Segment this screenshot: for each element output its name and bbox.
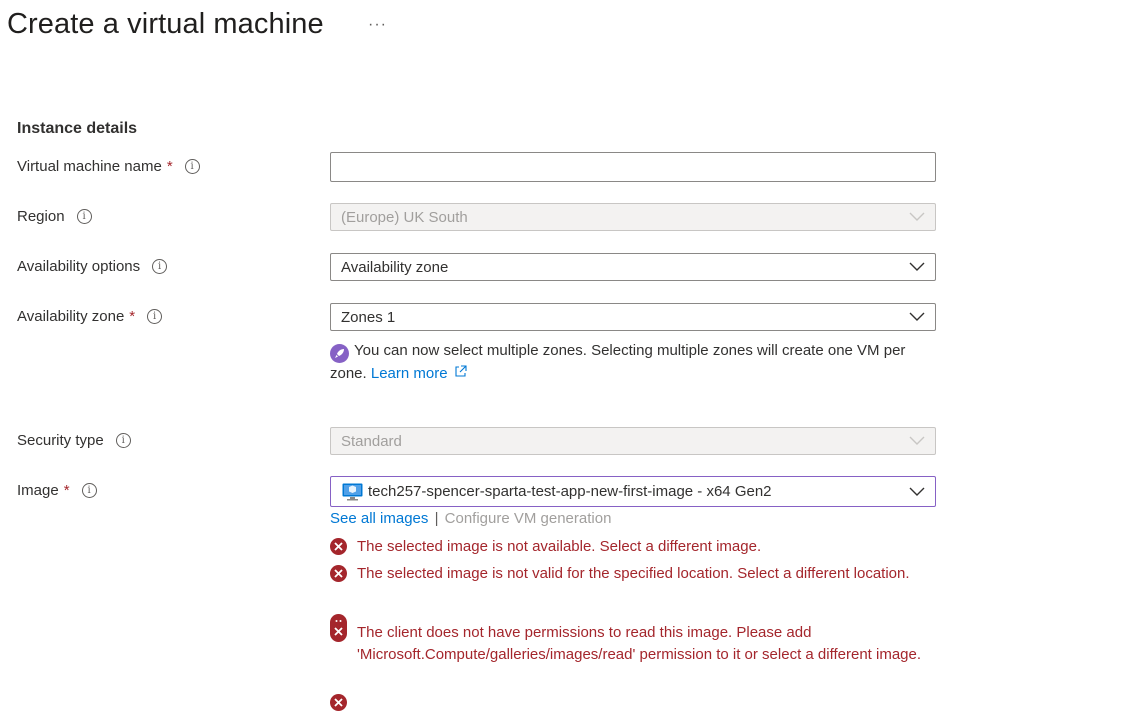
info-icon[interactable]: i xyxy=(76,209,92,224)
chevron-down-icon xyxy=(903,436,931,446)
info-icon[interactable]: i xyxy=(115,433,131,448)
region-value: (Europe) UK South xyxy=(341,208,468,226)
region-label-text: Region xyxy=(17,208,65,225)
error-text: The selected image is not available. Sel… xyxy=(357,538,762,555)
vm-name-label: Virtual machine name * i xyxy=(17,158,200,175)
image-label: Image * i xyxy=(17,482,97,499)
error-icon xyxy=(330,614,347,642)
image-value: tech257-spencer-sparta-test-app-new-firs… xyxy=(368,483,772,500)
availability-zone-label: Availability zone * i xyxy=(17,308,163,325)
availability-options-label-text: Availability options xyxy=(17,258,141,275)
availability-zone-select[interactable]: Zones 1 xyxy=(330,303,936,331)
page-title: Create a virtual machine xyxy=(7,8,324,40)
info-icon[interactable]: i xyxy=(184,159,200,174)
security-type-label-text: Security type xyxy=(17,432,104,449)
external-link-icon xyxy=(455,365,467,377)
error-text: The client does not have permissions to … xyxy=(357,624,922,663)
availability-zone-value: Zones 1 xyxy=(341,308,396,326)
link-separator: | xyxy=(434,510,439,527)
chevron-down-icon[interactable] xyxy=(903,312,931,322)
vm-image-icon xyxy=(342,483,363,501)
image-links: See all images | Configure VM generation xyxy=(330,510,611,527)
image-error: The selected image is not valid for the … xyxy=(330,563,930,585)
required-marker: * xyxy=(129,308,136,325)
chevron-down-icon xyxy=(903,212,931,222)
required-marker: * xyxy=(63,482,70,499)
region-select: (Europe) UK South xyxy=(330,203,936,231)
availability-options-select[interactable]: Availability zone xyxy=(330,253,936,281)
rocket-icon xyxy=(330,344,349,363)
more-options-button[interactable]: ··· xyxy=(368,16,387,34)
error-icon xyxy=(330,694,347,711)
error-text: The selected image is not valid for the … xyxy=(357,565,910,582)
learn-more-text: Learn more xyxy=(370,365,448,382)
security-type-select: Standard xyxy=(330,427,936,455)
learn-more-link[interactable]: Learn more xyxy=(371,365,467,382)
vm-name-label-text: Virtual machine name xyxy=(17,158,162,175)
vm-name-field[interactable] xyxy=(330,152,936,182)
image-select[interactable]: tech257-spencer-sparta-test-app-new-firs… xyxy=(330,476,936,507)
configure-vm-generation-link: Configure VM generation xyxy=(444,510,612,527)
availability-options-label: Availability options i xyxy=(17,258,168,275)
availability-zone-label-text: Availability zone xyxy=(17,308,125,325)
required-marker: * xyxy=(166,158,173,175)
error-icon xyxy=(330,565,347,582)
availability-options-value: Availability zone xyxy=(341,258,449,276)
info-icon[interactable]: i xyxy=(81,483,97,498)
chevron-down-icon[interactable] xyxy=(903,262,931,272)
region-label: Region i xyxy=(17,208,92,225)
error-icon xyxy=(330,538,347,555)
info-icon[interactable]: i xyxy=(152,259,168,274)
image-label-text: Image xyxy=(17,482,59,499)
vm-name-input[interactable] xyxy=(331,153,935,181)
image-error: The client does not have permissions to … xyxy=(330,614,930,666)
security-type-value: Standard xyxy=(341,432,402,450)
image-error: The selected image is not available. Sel… xyxy=(330,536,930,558)
chevron-down-icon[interactable] xyxy=(903,487,931,497)
section-title: Instance details xyxy=(17,120,138,137)
info-icon[interactable]: i xyxy=(147,309,163,324)
see-all-images-link[interactable]: See all images xyxy=(330,510,428,527)
security-type-label: Security type i xyxy=(17,432,131,449)
multi-zone-notice: You can now select multiple zones. Selec… xyxy=(330,340,930,385)
